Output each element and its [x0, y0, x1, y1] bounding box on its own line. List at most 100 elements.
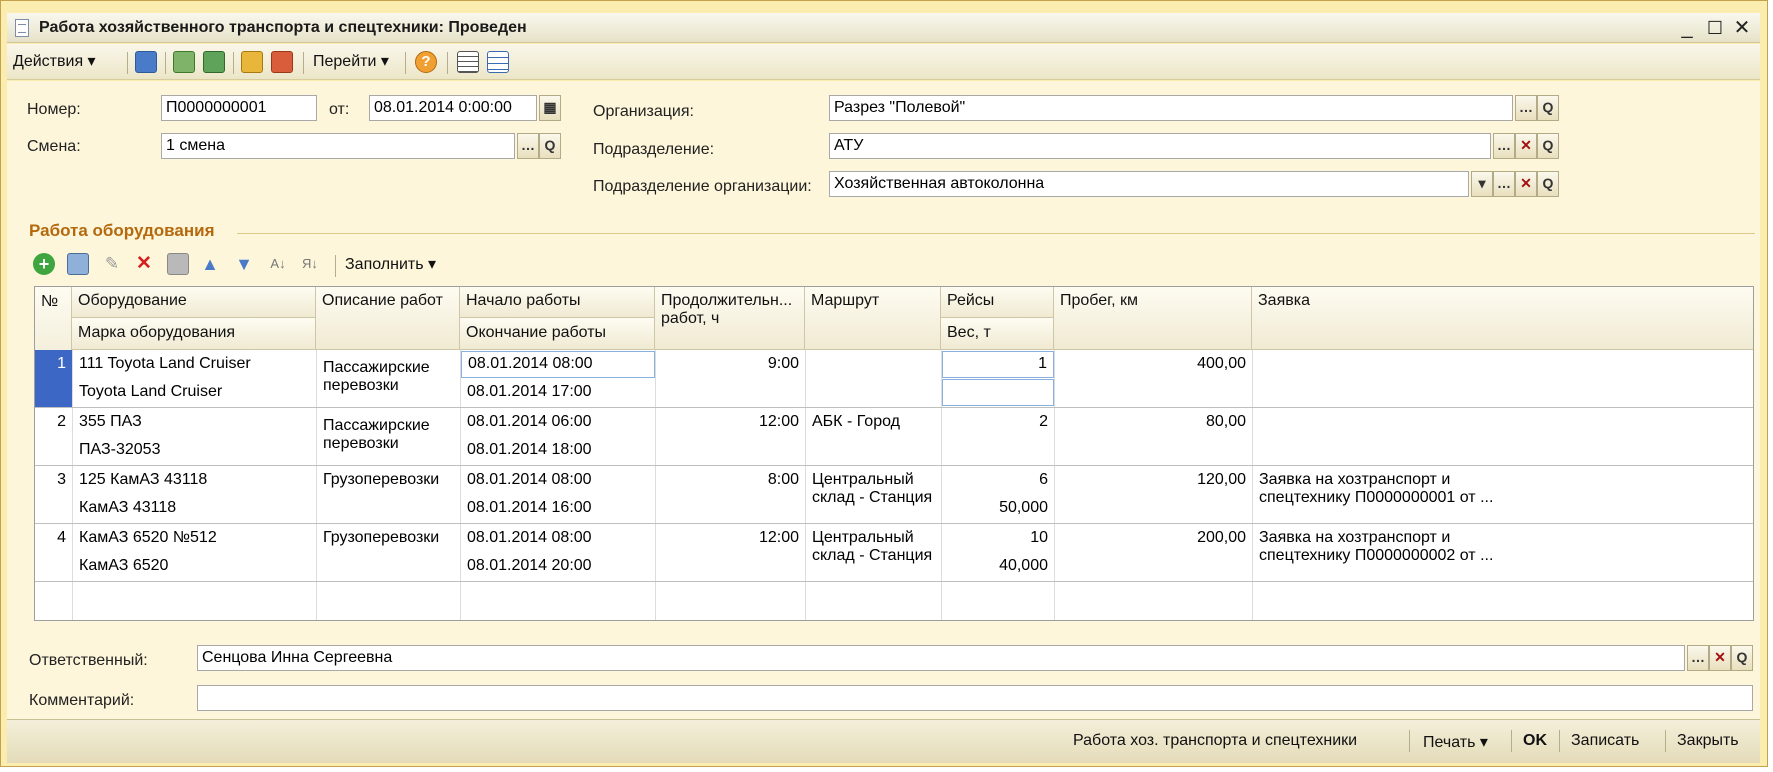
- column-header-weight[interactable]: Вес, т: [941, 318, 1054, 350]
- column-header-duration[interactable]: Продолжительн... работ, ч: [655, 287, 805, 350]
- cell-mileage[interactable]: 120,00: [1055, 467, 1252, 493]
- move-down-icon[interactable]: ▼: [233, 253, 255, 275]
- print-menu[interactable]: Печать ▾: [1423, 732, 1488, 752]
- cell-equipment[interactable]: 355 ПАЗ: [73, 409, 316, 435]
- cell-start[interactable]: 08.01.2014 08:00: [461, 525, 655, 551]
- cell-duration[interactable]: 12:00: [656, 525, 805, 551]
- cell-start[interactable]: 08.01.2014 06:00: [461, 409, 655, 435]
- cell-order-1[interactable]: [1253, 351, 1753, 359]
- table-row[interactable]: 4 КамАЗ 6520 №512 КамАЗ 6520 Грузоперево…: [35, 524, 1753, 581]
- sort-asc-icon[interactable]: A↓: [267, 253, 289, 275]
- delete-row-icon[interactable]: ✕: [133, 253, 155, 275]
- end-edit-icon[interactable]: [167, 253, 189, 275]
- cell-description-1[interactable]: Грузоперевозки: [317, 525, 460, 551]
- based-on-icon[interactable]: [241, 51, 263, 73]
- cell-trips[interactable]: 6: [942, 467, 1054, 493]
- copy-row-icon[interactable]: [67, 253, 89, 275]
- dropdown-icon[interactable]: ▾: [1471, 171, 1493, 197]
- select-button[interactable]: …: [1493, 133, 1515, 159]
- cell-equipment[interactable]: 125 КамАЗ 43118: [73, 467, 316, 493]
- cell-mileage[interactable]: 400,00: [1055, 351, 1252, 377]
- cell-brand[interactable]: КамАЗ 43118: [73, 495, 316, 521]
- fill-menu[interactable]: Заполнить ▾: [345, 254, 436, 276]
- ok-button[interactable]: OK: [1523, 732, 1547, 750]
- post-document-icon[interactable]: [135, 51, 157, 73]
- org-department-field[interactable]: Хозяйственная автоколонна: [829, 171, 1469, 197]
- comment-field[interactable]: [197, 685, 1753, 711]
- close-button[interactable]: Закрыть: [1677, 732, 1739, 750]
- cell-mileage[interactable]: 200,00: [1055, 525, 1252, 551]
- open-icon[interactable]: Q: [1537, 95, 1559, 121]
- column-header-trips[interactable]: Рейсы: [941, 287, 1054, 318]
- help-icon[interactable]: ?: [415, 51, 437, 73]
- report-button[interactable]: Работа хоз. транспорта и спецтехники: [1073, 732, 1357, 750]
- cell-route-1[interactable]: АБК - Город: [806, 409, 941, 435]
- number-field[interactable]: П0000000001: [161, 95, 317, 121]
- department-field[interactable]: АТУ: [829, 133, 1491, 159]
- cell-equipment[interactable]: КамАЗ 6520 №512: [73, 525, 316, 551]
- column-header-brand[interactable]: Марка оборудования: [72, 318, 316, 350]
- cell-start[interactable]: 08.01.2014 08:00: [461, 351, 655, 378]
- table-row[interactable]: 2 355 ПАЗ ПАЗ-32053 Пассажирские перевоз…: [35, 408, 1753, 465]
- shift-field[interactable]: 1 смена: [161, 133, 515, 159]
- select-button[interactable]: …: [1687, 645, 1709, 671]
- cell-trips[interactable]: 2: [942, 409, 1054, 435]
- actions-menu[interactable]: Действия ▾: [13, 51, 96, 73]
- organization-field[interactable]: Разрез "Полевой": [829, 95, 1513, 121]
- cell-trips[interactable]: 10: [942, 525, 1054, 551]
- maximize-button[interactable]: ☐: [1703, 16, 1727, 40]
- open-icon[interactable]: Q: [539, 133, 561, 159]
- open-icon[interactable]: Q: [1731, 645, 1753, 671]
- cell-brand[interactable]: КамАЗ 6520: [73, 553, 316, 579]
- copy-document-icon[interactable]: [203, 51, 225, 73]
- goto-menu[interactable]: Перейти ▾: [313, 51, 389, 73]
- add-row-icon[interactable]: +: [33, 253, 55, 275]
- list-settings-icon[interactable]: [487, 51, 509, 73]
- select-button[interactable]: …: [1493, 171, 1515, 197]
- clear-icon[interactable]: ✕: [1515, 171, 1537, 197]
- cell-brand[interactable]: Toyota Land Cruiser: [73, 379, 316, 405]
- edit-row-icon[interactable]: ✎: [101, 253, 123, 275]
- column-header-route[interactable]: Маршрут: [805, 287, 941, 350]
- open-icon[interactable]: Q: [1537, 171, 1559, 197]
- column-header-description[interactable]: Описание работ: [316, 287, 460, 350]
- cell-duration[interactable]: 9:00: [656, 351, 805, 377]
- cell-weight[interactable]: 50,000: [942, 495, 1054, 521]
- cell-duration[interactable]: 8:00: [656, 467, 805, 493]
- select-button[interactable]: …: [517, 133, 539, 159]
- cell-weight[interactable]: [942, 437, 1054, 445]
- cell-trips[interactable]: 1: [942, 351, 1054, 378]
- cell-mileage[interactable]: 80,00: [1055, 409, 1252, 435]
- cell-equipment[interactable]: 111 Toyota Land Cruiser: [73, 351, 316, 377]
- column-header-end[interactable]: Окончание работы: [460, 318, 655, 350]
- clear-icon[interactable]: ✕: [1709, 645, 1731, 671]
- cell-weight[interactable]: [942, 379, 1054, 406]
- table-view-icon[interactable]: [457, 51, 479, 73]
- save-button[interactable]: Записать: [1571, 732, 1639, 750]
- responsible-field[interactable]: Сенцова Инна Сергеевна: [197, 645, 1685, 671]
- minimize-button[interactable]: _: [1675, 16, 1699, 40]
- table-row[interactable]: 3 125 КамАЗ 43118 КамАЗ 43118 Грузоперев…: [35, 466, 1753, 523]
- close-window-button[interactable]: ✕: [1730, 16, 1754, 40]
- cell-duration[interactable]: 12:00: [656, 409, 805, 435]
- open-icon[interactable]: Q: [1537, 133, 1559, 159]
- refresh-icon[interactable]: [173, 51, 195, 73]
- column-header-start[interactable]: Начало работы: [460, 287, 655, 318]
- clear-icon[interactable]: ✕: [1515, 133, 1537, 159]
- cell-end[interactable]: 08.01.2014 18:00: [461, 437, 655, 463]
- column-header-mileage[interactable]: Пробег, км: [1054, 287, 1252, 350]
- sort-desc-icon[interactable]: Я↓: [299, 253, 321, 275]
- cell-brand[interactable]: ПАЗ-32053: [73, 437, 316, 463]
- cell-end[interactable]: 08.01.2014 16:00: [461, 495, 655, 521]
- structure-icon[interactable]: [271, 51, 293, 73]
- calendar-icon[interactable]: ▦: [539, 95, 561, 121]
- cell-end[interactable]: 08.01.2014 17:00: [461, 379, 655, 405]
- cell-start[interactable]: 08.01.2014 08:00: [461, 467, 655, 493]
- cell-weight[interactable]: 40,000: [942, 553, 1054, 579]
- cell-description-1[interactable]: Грузоперевозки: [317, 467, 460, 493]
- cell-end[interactable]: 08.01.2014 20:00: [461, 553, 655, 579]
- column-header-order[interactable]: Заявка: [1252, 287, 1753, 350]
- move-up-icon[interactable]: ▲: [199, 253, 221, 275]
- cell-route-1[interactable]: [806, 351, 941, 359]
- select-button[interactable]: …: [1515, 95, 1537, 121]
